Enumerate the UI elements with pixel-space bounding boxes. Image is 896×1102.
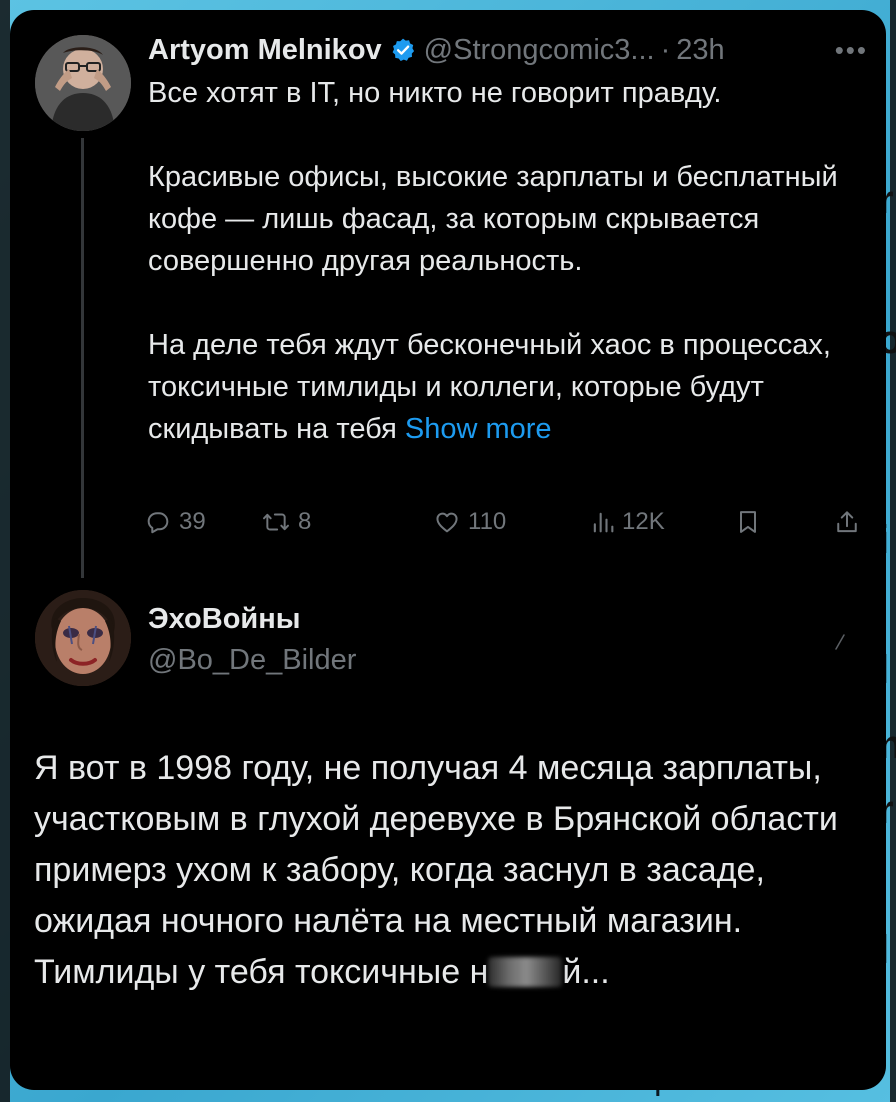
post-text-main: Я вот в 1998 году, не получая 4 месяца з… <box>34 749 838 991</box>
share-icon <box>837 511 857 533</box>
post-paragraph: Красивые офисы, высокие зарплаты и беспл… <box>148 161 838 277</box>
reply-count: 39 <box>179 508 206 535</box>
verified-badge-icon <box>390 37 416 63</box>
views-count: 12K <box>622 508 665 535</box>
post-paragraph: Все хотят в IT, но никто не говорит прав… <box>148 77 722 109</box>
post-text-tail: й... <box>562 953 610 991</box>
first-post-text: Все хотят в IT, но никто не говорит прав… <box>148 72 870 450</box>
avatar[interactable] <box>35 590 131 686</box>
heart-icon <box>436 512 458 533</box>
reply-icon <box>147 512 169 534</box>
left-edge-shadow <box>0 0 10 1102</box>
censored-word-blur <box>488 956 563 987</box>
tweet-card: Artyom Melnikov @Strongcomic3... · 23h •… <box>10 10 886 1090</box>
thread-line <box>81 138 84 578</box>
author-handle[interactable]: @Strongcomic3... <box>424 34 655 67</box>
caret-mark-icon <box>835 634 845 650</box>
views-button[interactable]: 12K <box>591 502 665 542</box>
more-dots-icon[interactable]: ••• <box>835 35 868 66</box>
author-name[interactable]: Artyom Melnikov <box>148 34 382 67</box>
avatar[interactable] <box>35 35 131 131</box>
bar-chart-icon <box>593 512 614 533</box>
separator-dot: · <box>660 33 671 66</box>
timestamp[interactable]: 23h <box>676 34 724 67</box>
author-handle[interactable]: @Bo_De_Bilder <box>148 644 356 677</box>
repost-button[interactable]: 8 <box>261 502 311 542</box>
share-button[interactable] <box>834 502 860 542</box>
like-button[interactable]: 110 <box>433 502 506 542</box>
like-count: 110 <box>468 508 507 535</box>
reply-button[interactable]: 39 <box>144 502 206 542</box>
post-paragraph: На деле тебя ждут бесконечный хаос в про… <box>148 324 870 450</box>
avatar-portrait-icon <box>35 35 131 131</box>
post-actions-bar: 39 8 110 12K <box>144 502 864 542</box>
second-post-text: Я вот в 1998 году, не получая 4 месяца з… <box>34 743 869 998</box>
first-post-header: Artyom Melnikov @Strongcomic3... · 23h •… <box>148 28 868 72</box>
bookmark-icon <box>740 511 756 533</box>
bookmark-button[interactable] <box>736 502 760 542</box>
repost-icon <box>263 513 289 531</box>
show-more-link[interactable]: Show more <box>405 413 552 445</box>
avatar-portrait-icon <box>35 590 131 686</box>
author-name[interactable]: ЭхоВойны <box>148 603 301 636</box>
repost-count: 8 <box>298 508 312 535</box>
